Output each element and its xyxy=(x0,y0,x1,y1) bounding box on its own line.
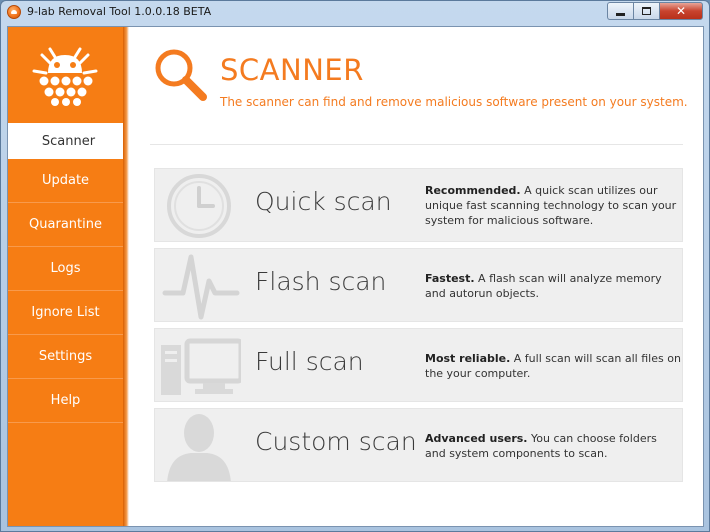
magnifier-icon xyxy=(155,49,207,101)
sidebar-item-update[interactable]: Update xyxy=(8,159,123,203)
flash-scan-option[interactable]: Flash scan Fastest. A flash scan will an… xyxy=(154,248,683,322)
sidebar-item-help[interactable]: Help xyxy=(8,379,123,423)
page-title: SCANNER xyxy=(220,53,364,87)
app-icon xyxy=(7,5,21,19)
page-subtitle: The scanner can find and remove maliciou… xyxy=(220,95,688,109)
sidebar-item-settings[interactable]: Settings xyxy=(8,335,123,379)
sidebar: Scanner Update Quarantine Logs Ignore Li… xyxy=(8,27,129,526)
sidebar-item-logs[interactable]: Logs xyxy=(8,247,123,291)
scan-lead: Advanced users. xyxy=(425,432,528,445)
scan-options: Quick scan Recommended. A quick scan uti… xyxy=(154,168,683,488)
sidebar-item-quarantine[interactable]: Quarantine xyxy=(8,203,123,247)
sidebar-item-ignore-list[interactable]: Ignore List xyxy=(8,291,123,335)
scan-description: Most reliable. A full scan will scan all… xyxy=(425,351,681,381)
maximize-icon xyxy=(642,7,651,15)
scan-lead: Most reliable. xyxy=(425,352,511,365)
custom-scan-option[interactable]: Custom scan Advanced users. You can choo… xyxy=(154,408,683,482)
minimize-icon xyxy=(616,12,625,16)
scan-name: Full scan xyxy=(255,347,364,376)
scan-lead: Recommended. xyxy=(425,184,521,197)
scan-description: Fastest. A flash scan will analyze memor… xyxy=(425,271,681,301)
minimize-button[interactable] xyxy=(607,2,633,20)
title-bar[interactable]: 9-lab Removal Tool 1.0.0.18 BETA ✕ xyxy=(1,1,709,25)
window-title: 9-lab Removal Tool 1.0.0.18 BETA xyxy=(27,5,212,18)
scan-name: Flash scan xyxy=(255,267,387,296)
maximize-button[interactable] xyxy=(633,2,659,20)
sidebar-edge xyxy=(123,27,129,526)
sidebar-item-scanner[interactable]: Scanner xyxy=(8,123,129,159)
scan-description: Recommended. A quick scan utilizes our u… xyxy=(425,183,681,228)
pulse-icon xyxy=(162,254,240,320)
app-window: 9-lab Removal Tool 1.0.0.18 BETA ✕ Scann… xyxy=(0,0,710,532)
window-controls: ✕ xyxy=(607,2,703,20)
header-divider xyxy=(150,144,683,145)
full-scan-option[interactable]: Full scan Most reliable. A full scan wil… xyxy=(154,328,683,402)
close-icon: ✕ xyxy=(675,4,687,18)
user-icon xyxy=(167,414,231,481)
clock-icon xyxy=(167,174,231,238)
scan-name: Quick scan xyxy=(255,187,392,216)
scan-lead: Fastest. xyxy=(425,272,475,285)
computer-icon xyxy=(161,338,241,395)
scan-name: Custom scan xyxy=(255,427,417,456)
quick-scan-option[interactable]: Quick scan Recommended. A quick scan uti… xyxy=(154,168,683,242)
sidebar-nav: Scanner Update Quarantine Logs Ignore Li… xyxy=(8,123,129,423)
scan-description: Advanced users. You can choose folders a… xyxy=(425,431,681,461)
close-button[interactable]: ✕ xyxy=(659,2,703,20)
bug-logo-icon xyxy=(32,47,98,106)
client-area: Scanner Update Quarantine Logs Ignore Li… xyxy=(7,26,704,527)
